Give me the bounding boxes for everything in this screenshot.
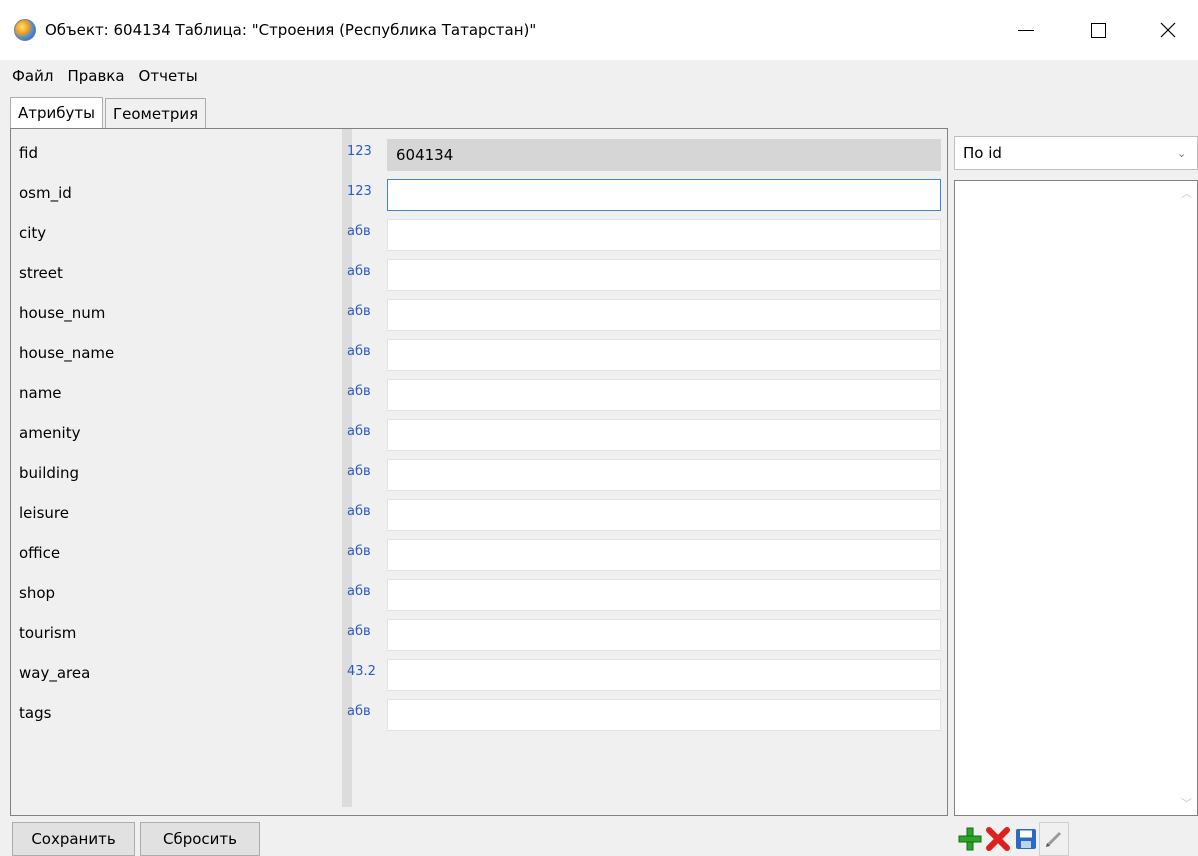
save-record-button[interactable] <box>1011 822 1041 856</box>
chevron-down-icon: ⌄ <box>1177 147 1187 160</box>
attribute-row: street абв <box>11 253 947 293</box>
object-list[interactable]: ︿ ﹀ <box>954 180 1198 816</box>
attribute-row: office абв <box>11 533 947 573</box>
attribute-name: shop <box>19 584 56 602</box>
attribute-value-field[interactable] <box>387 419 941 451</box>
attribute-row: house_num абв <box>11 293 947 333</box>
attribute-type-label: 123 <box>347 144 372 159</box>
sort-combobox[interactable]: По id ⌄ <box>954 136 1198 170</box>
menu-edit[interactable]: Правка <box>67 67 124 85</box>
attribute-name: street <box>19 264 63 282</box>
attribute-type-label: абв <box>347 264 371 279</box>
save-button[interactable]: Сохранить <box>12 822 135 856</box>
edit-icon <box>1046 831 1062 847</box>
attribute-type-label: абв <box>347 704 371 719</box>
attribute-value-field[interactable] <box>387 499 941 531</box>
attribute-row: amenity абв <box>11 413 947 453</box>
scroll-up-icon[interactable]: ︿ <box>1181 185 1192 201</box>
tab-geometry[interactable]: Геометрия <box>104 98 207 128</box>
attribute-value-field[interactable] <box>387 259 941 291</box>
attribute-type-label: абв <box>347 224 371 239</box>
attribute-name: fid <box>19 144 38 162</box>
attribute-value-field[interactable] <box>387 659 941 691</box>
attribute-name: building <box>19 464 80 482</box>
attribute-type-label: абв <box>347 304 371 319</box>
attribute-value-field <box>387 139 941 171</box>
attribute-type-label: абв <box>347 544 371 559</box>
minimize-icon <box>1018 29 1034 31</box>
attribute-name: osm_id <box>19 184 72 202</box>
attribute-name: house_num <box>19 304 106 322</box>
edit-button[interactable] <box>1039 822 1069 856</box>
attribute-row: way_area 43.2 <box>11 653 947 693</box>
attribute-row: tags абв <box>11 693 947 733</box>
attribute-name: amenity <box>19 424 81 442</box>
attribute-name: tourism <box>19 624 77 642</box>
attribute-value-field[interactable] <box>387 579 941 611</box>
globe-app-icon <box>14 19 36 41</box>
attribute-row: tourism абв <box>11 613 947 653</box>
attribute-row: house_name абв <box>11 333 947 373</box>
attribute-type-label: абв <box>347 584 371 599</box>
delete-icon <box>986 827 1010 851</box>
window-title: Объект: 604134 Таблица: "Строения (Респу… <box>45 21 537 39</box>
add-button[interactable] <box>955 822 985 856</box>
close-button[interactable] <box>1138 0 1198 60</box>
attribute-row: shop абв <box>11 573 947 613</box>
menu-reports[interactable]: Отчеты <box>139 67 198 85</box>
save-icon <box>1016 829 1036 849</box>
attribute-type-label: абв <box>347 504 371 519</box>
attribute-name: leisure <box>19 504 69 522</box>
menu-file[interactable]: Файл <box>12 67 53 85</box>
close-icon <box>1160 22 1176 38</box>
attribute-value-field[interactable] <box>387 219 941 251</box>
attribute-row: leisure абв <box>11 493 947 533</box>
attribute-type-label: 43.2 <box>347 664 376 679</box>
tab-strip: Атрибуты Геометрия <box>10 97 208 128</box>
attribute-type-label: абв <box>347 344 371 359</box>
maximize-button[interactable] <box>1068 0 1128 60</box>
attribute-value-field[interactable] <box>387 299 941 331</box>
attribute-name: way_area <box>19 664 91 682</box>
delete-button[interactable] <box>983 822 1013 856</box>
attribute-value-field[interactable] <box>387 179 941 211</box>
attribute-type-label: 123 <box>347 184 372 199</box>
minimize-button[interactable] <box>996 0 1056 60</box>
attribute-type-label: абв <box>347 384 371 399</box>
attribute-value-field[interactable] <box>387 539 941 571</box>
attribute-name: tags <box>19 704 52 722</box>
attribute-name: name <box>19 384 62 402</box>
attribute-row: name абв <box>11 373 947 413</box>
attribute-value-field[interactable] <box>387 619 941 651</box>
attribute-value-field[interactable] <box>387 379 941 411</box>
attribute-type-label: абв <box>347 624 371 639</box>
attribute-name: city <box>19 224 47 242</box>
attribute-row: building абв <box>11 453 947 493</box>
maximize-icon <box>1090 22 1106 38</box>
attribute-value-field[interactable] <box>387 459 941 491</box>
attribute-value-field[interactable] <box>387 339 941 371</box>
attribute-name: office <box>19 544 61 562</box>
add-icon <box>958 827 982 851</box>
attribute-name: house_name <box>19 344 115 362</box>
attributes-panel: fid123osm_id123cityабвstreetабвhouse_num… <box>10 128 948 816</box>
tab-attributes[interactable]: Атрибуты <box>10 97 103 128</box>
vertical-scrollbar[interactable]: ︿ ﹀ <box>1177 181 1197 815</box>
attribute-type-label: абв <box>347 424 371 439</box>
attribute-row: fid 123 <box>11 133 947 173</box>
sort-combobox-value: По id <box>963 144 1002 162</box>
attribute-value-field[interactable] <box>387 699 941 731</box>
reset-button[interactable]: Сбросить <box>140 822 260 856</box>
attribute-type-label: абв <box>347 464 371 479</box>
title-bar: Объект: 604134 Таблица: "Строения (Респу… <box>0 0 1198 60</box>
scroll-down-icon[interactable]: ﹀ <box>1181 795 1192 811</box>
attribute-row: osm_id 123 <box>11 173 947 213</box>
menu-bar: Файл Правка Отчеты <box>0 60 1198 92</box>
attribute-row: city абв <box>11 213 947 253</box>
